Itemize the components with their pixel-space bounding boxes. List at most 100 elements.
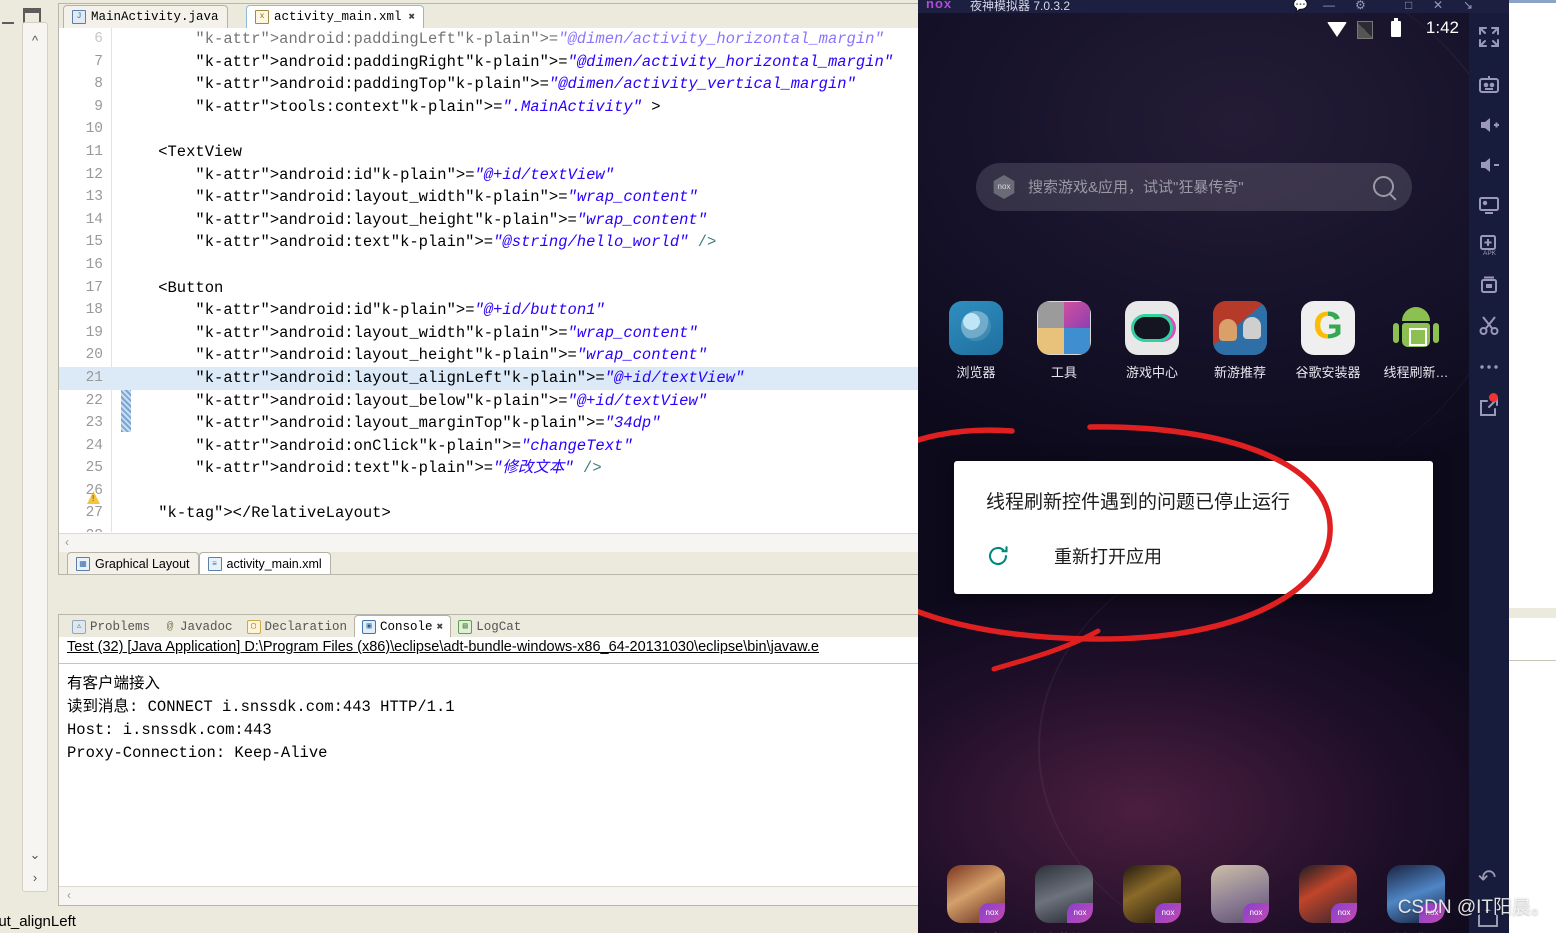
tab-label: Declaration <box>264 619 348 634</box>
code-line[interactable]: 23 "k-attr">android:layout_marginTop"k-p… <box>59 412 921 435</box>
console-horizontal-scrollbar[interactable]: ‹ <box>59 886 921 905</box>
volume-down-icon[interactable] <box>1477 153 1501 177</box>
code-line[interactable]: 11 <TextView <box>59 141 921 164</box>
app-game-center[interactable]: 游戏中心 <box>1112 301 1192 381</box>
line-number: 19 <box>85 324 103 341</box>
code-line[interactable]: 22 "k-attr">android:layout_below"k-plain… <box>59 390 921 413</box>
code-line[interactable]: 15 "k-attr">android:text"k-plain">="@str… <box>59 231 921 254</box>
tab-javadoc[interactable]: @ Javadoc <box>157 616 240 637</box>
line-number: 17 <box>85 279 103 296</box>
game-item[interactable]: nox 幻灵师 <box>1200 865 1280 933</box>
chevron-down-icon[interactable]: ⌄ <box>23 847 47 863</box>
tab-activity-main-xml-source[interactable]: ≡ activity_main.xml <box>198 552 331 574</box>
code-line[interactable]: 18 "k-attr">android:id"k-plain">="@+id/b… <box>59 299 921 322</box>
code-line[interactable]: 14 "k-attr">android:layout_height"k-plai… <box>59 209 921 232</box>
feedback-icon[interactable]: 💬 <box>1293 0 1308 12</box>
emulator-screen[interactable]: 1:42 nox 搜索游戏&应用，试试"狂暴传奇" 浏览器 工具 游戏中心 新游… <box>918 13 1469 933</box>
code-line[interactable]: 28 <box>59 525 921 532</box>
code-line[interactable]: 25 "k-attr">android:text"k-plain">="修改文本… <box>59 457 921 480</box>
line-number: 27 <box>85 505 103 522</box>
restore-icon[interactable] <box>2 10 14 24</box>
chevron-right-icon[interactable]: › <box>23 870 47 885</box>
game-item[interactable]: nox 天使之战 <box>1288 865 1368 933</box>
code-text: "k-attr">android:layout_height"k-plain">… <box>195 210 708 229</box>
close-icon[interactable]: ✖ <box>409 10 416 24</box>
app-thread-refresh[interactable]: 线程刷新… <box>1376 301 1456 381</box>
launch-configuration-text: Test (32) [Java Application] D:\Program … <box>67 639 819 655</box>
emulator-sidebar: APK <box>1469 13 1509 933</box>
reopen-app-button[interactable]: 重新打开应用 <box>986 543 1162 569</box>
code-line[interactable]: 21 "k-attr">android:layout_alignLeft"k-p… <box>59 366 921 390</box>
code-line[interactable]: 26 <box>59 480 921 503</box>
game-item[interactable]: nox 屠战传奇 <box>936 865 1016 933</box>
app-new-games[interactable]: 新游推荐 <box>1200 301 1280 381</box>
tab-label: Problems <box>90 619 151 634</box>
maximize-icon[interactable]: □ <box>1405 0 1412 12</box>
minimize-icon[interactable]: — <box>1323 0 1335 12</box>
game-label: 时空猎人2 <box>1376 929 1456 933</box>
search-bar[interactable]: nox 搜索游戏&应用，试试"狂暴传奇" <box>976 163 1412 211</box>
share-icon[interactable] <box>1477 393 1501 419</box>
chevron-up-icon[interactable]: ^ <box>23 33 47 48</box>
gear-icon <box>1038 302 1064 328</box>
code-line[interactable]: 7 "k-attr">android:paddingRight"k-plain"… <box>59 51 921 74</box>
code-line[interactable]: 27 "k-tag"></RelativeLayout> <box>59 502 921 525</box>
game-item[interactable]: nox 新盗墓笔记 <box>1024 865 1104 933</box>
multi-instance-icon[interactable] <box>1477 273 1501 297</box>
gallery-icon <box>1064 302 1090 328</box>
tab-label: Console <box>380 619 433 634</box>
volume-up-icon[interactable] <box>1477 113 1501 137</box>
editor-tab-activity-main-xml[interactable]: x activity_main.xml ✖ <box>246 5 425 28</box>
emulator-title-bar[interactable]: nox 夜神模拟器 7.0.3.2 💬 — ⚙ □ ✕ ↘ <box>918 0 1509 13</box>
fullscreen-icon[interactable] <box>1477 25 1501 49</box>
back-nav-icon[interactable]: ↶ <box>1478 865 1496 891</box>
keyboard-mapping-icon[interactable] <box>1477 73 1501 97</box>
code-line[interactable]: 19 "k-attr">android:layout_width"k-plain… <box>59 322 921 345</box>
code-line[interactable]: 6 "k-attr">android:paddingLeft"k-plain">… <box>59 28 921 51</box>
editor-vertical-scroll-rail[interactable]: ^ ⌄ › <box>22 22 48 892</box>
code-line[interactable]: 8 "k-attr">android:paddingTop"k-plain">=… <box>59 73 921 96</box>
scissors-icon[interactable] <box>1477 313 1501 337</box>
app-browser[interactable]: 浏览器 <box>936 301 1016 381</box>
tab-logcat[interactable]: ▤ LogCat <box>451 616 528 637</box>
code-text: "k-attr">android:paddingRight"k-plain">=… <box>195 52 894 71</box>
app-google-installer[interactable]: 谷歌安装器 <box>1288 301 1368 381</box>
code-line[interactable]: 10 <box>59 118 921 141</box>
tab-graphical-layout[interactable]: ▦ Graphical Layout <box>67 552 199 574</box>
editor-tab-label: MainActivity.java <box>91 10 219 24</box>
tab-declaration[interactable]: ▢ Declaration <box>240 616 355 637</box>
code-line[interactable]: 17 <Button <box>59 277 921 300</box>
more-options-icon[interactable] <box>1477 355 1501 379</box>
code-text: <Button <box>121 278 224 297</box>
code-line[interactable]: 9 "k-attr">tools:context"k-plain">=".Mai… <box>59 96 921 119</box>
chevron-left-icon[interactable]: ‹ <box>67 888 71 902</box>
code-line[interactable]: 20 "k-attr">android:layout_height"k-plai… <box>59 344 921 367</box>
install-apk-icon[interactable]: APK <box>1477 233 1501 257</box>
close-icon[interactable]: ✖ <box>437 620 444 634</box>
tab-console[interactable]: ▣ Console ✖ <box>354 615 452 637</box>
tab-problems[interactable]: ⚠ Problems <box>65 616 157 637</box>
code-line[interactable]: 24 "k-attr">android:onClick"k-plain">="c… <box>59 435 921 458</box>
settings-icon[interactable]: ⚙ <box>1355 0 1366 12</box>
contacts-icon <box>1064 328 1090 354</box>
screenshot-display-icon[interactable] <box>1477 193 1501 217</box>
app-tools[interactable]: 工具 <box>1024 301 1104 381</box>
editor-horizontal-scrollbar[interactable]: ‹ <box>59 533 921 552</box>
code-line[interactable]: 13 "k-attr">android:layout_width"k-plain… <box>59 186 921 209</box>
console-divider <box>59 663 921 664</box>
collapse-icon[interactable]: ↘ <box>1463 0 1473 12</box>
search-icon[interactable] <box>1373 176 1394 197</box>
signal-icon <box>1357 21 1373 39</box>
code-editing-area[interactable]: 6 "k-attr">android:paddingLeft"k-plain">… <box>59 28 921 532</box>
crash-dialog[interactable]: 线程刷新控件遇到的问题已停止运行 重新打开应用 <box>954 461 1433 594</box>
line-number: 11 <box>85 143 103 160</box>
csdn-watermark: CSDN @IT阳晨。 <box>1397 897 1550 918</box>
editor-tab-mainactivity-java[interactable]: J MainActivity.java <box>63 5 228 28</box>
search-placeholder: 搜索游戏&应用，试试"狂暴传奇" <box>1028 179 1244 196</box>
close-icon[interactable]: ✕ <box>1433 0 1443 12</box>
android-head <box>1402 307 1430 321</box>
game-item[interactable]: nox 巅峰霸业 <box>1112 865 1192 933</box>
chevron-left-icon[interactable]: ‹ <box>65 535 69 549</box>
code-line[interactable]: 16 <box>59 254 921 277</box>
code-line[interactable]: 12 "k-attr">android:id"k-plain">="@+id/t… <box>59 164 921 187</box>
